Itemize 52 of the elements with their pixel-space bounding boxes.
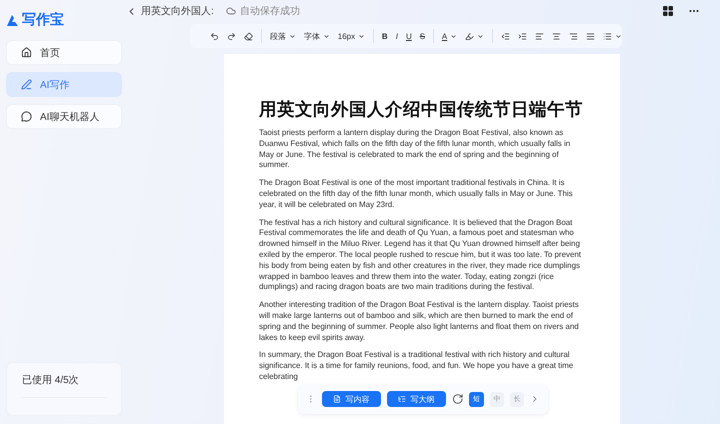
strike-button[interactable]: S <box>420 32 426 40</box>
font-dropdown[interactable]: 字体 <box>304 30 330 42</box>
logo-icon <box>6 14 19 26</box>
align-justify-icon[interactable] <box>586 32 595 40</box>
eraser-icon[interactable] <box>244 32 253 40</box>
underline-button[interactable]: U <box>406 32 412 40</box>
caret-icon <box>358 32 366 40</box>
refresh-icon[interactable] <box>452 393 464 406</box>
caret-icon <box>450 32 458 40</box>
size-dropdown[interactable]: 16px <box>338 32 366 40</box>
font-color-label: A <box>442 32 448 40</box>
align-center-icon[interactable] <box>552 32 561 40</box>
paragraph: Another interesting tradition of the Dragon Boat Festival is the lantern display. Taoist priests will make large lanterns out of bamboo and silk, which are then burned to mark the end of spring and the beginning of summer. People also light lanterns and float them on rivers and lakes to keep evil spirits away. <box>259 300 580 344</box>
caret-icon <box>322 32 330 40</box>
outline-icon <box>398 395 406 404</box>
paragraph: The Dragon Boat Festival is one of the most important traditional festivals in China. It is celebrated on the fifth day of the fifth lunar month, which usually falls in May or June. This year, it will be celebrated on May 23rd. <box>259 178 574 211</box>
document-title: 用英文向外国人介绍中国传统节日端午节 <box>259 98 583 120</box>
bold-button[interactable]: B <box>382 32 388 40</box>
save-status: 自动保存成功 <box>240 4 300 18</box>
home-icon <box>21 47 32 58</box>
chat-icon <box>21 111 32 122</box>
indent-increase-icon[interactable] <box>518 32 527 40</box>
paragraph: The festival has a rich history and cultural significance. It is believed that the Dragon Boat Festival commemorates the life and death of Qu Yuan, a famous poet and statesman who drowned himself in the Miluo River. Legend has it that Qu Yuan drowned himself after being exiled by the emperor. The local people rushed to rescue him, but it was too late. To prevent his body from being eaten by fish and other creatures in the river, they made rice dumplings wrapped in bamboo leaves and threw them into the water. Today, eating zongzi (rice dumplings) and racing dragon boats are two main traditions during the festival. <box>259 218 582 294</box>
list-icon <box>602 32 612 40</box>
list-dropdown[interactable] <box>602 32 622 40</box>
align-left-icon[interactable] <box>534 32 544 40</box>
highlighter-icon <box>465 32 474 40</box>
align-right-icon[interactable] <box>568 32 578 40</box>
app-logo: 写作宝 <box>6 6 122 34</box>
document-icon <box>332 395 341 404</box>
caret-icon <box>477 32 484 40</box>
usage-text: 已使用 4/5次 <box>22 373 106 398</box>
document-name: 用英文向外国人: <box>141 4 214 18</box>
cloud-icon <box>226 6 236 16</box>
highlight-dropdown[interactable] <box>465 32 484 40</box>
pen-icon <box>21 79 32 90</box>
sidebar-item[interactable]: AI写作 <box>6 72 122 97</box>
paragraph: In summary, the Dragon Boat Festival is a traditional festival with rich history and cultural significance. It is a time for family reunions, food, and fun. We hope you have a great time celebrating <box>259 350 574 383</box>
italic-button[interactable]: I <box>396 32 398 40</box>
indent-decrease-icon[interactable] <box>500 32 510 40</box>
text-color-dropdown[interactable]: A <box>442 32 458 40</box>
undo-icon[interactable] <box>210 32 219 40</box>
paragraph: Taoist priests perform a lantern display during the Dragon Boat Festival, also known as Duanwu Festival, which falls on the fifth day of the fifth lunar month, which usually falls in May or June. The festival is celebrated to mark the end of spring and the beginning of summer. <box>259 128 572 172</box>
paragraph-dropdown[interactable]: 段落 <box>270 30 296 42</box>
sidebar-item[interactable]: AI聊天机器人 <box>6 104 122 129</box>
write-content-button[interactable]: 写内容 <box>322 391 381 408</box>
sidebar-item[interactable]: 首页 <box>6 40 122 65</box>
caret-icon <box>614 32 622 40</box>
write-outline-button[interactable]: 写大纲 <box>386 391 446 408</box>
caret-icon <box>288 32 296 40</box>
redo-icon[interactable] <box>227 32 236 40</box>
grid-icon[interactable] <box>662 5 674 17</box>
